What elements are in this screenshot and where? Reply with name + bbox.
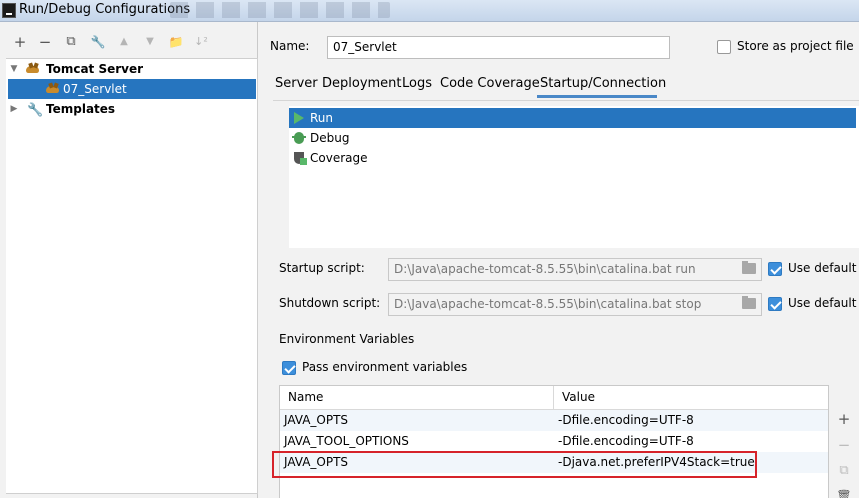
mode-coverage[interactable]: Coverage bbox=[289, 148, 856, 168]
tree-group-label: Tomcat Server bbox=[46, 62, 144, 76]
folder-icon[interactable] bbox=[742, 261, 756, 274]
startup-script-label: Startup script: bbox=[279, 261, 365, 275]
pass-env-label: Pass environment variables bbox=[302, 360, 468, 374]
store-as-project-file-checkbox[interactable] bbox=[717, 40, 731, 54]
delete-icon[interactable]: 🗑 bbox=[836, 488, 852, 498]
add-configuration-icon[interactable]: + bbox=[12, 34, 28, 50]
tomcat-icon bbox=[26, 62, 41, 75]
env-name-cell: JAVA_TOOL_OPTIONS bbox=[284, 434, 409, 448]
startup-use-default-checkbox[interactable] bbox=[768, 262, 782, 276]
remove-variable-icon[interactable]: − bbox=[836, 437, 852, 453]
tomcat-icon bbox=[46, 82, 61, 95]
folder-icon[interactable] bbox=[742, 296, 756, 309]
environment-variables-table: Name Value JAVA_OPTS -Dfile.encoding=UTF… bbox=[279, 385, 829, 498]
shutdown-script-label: Shutdown script: bbox=[279, 296, 381, 310]
tab-deployment[interactable]: Deployment bbox=[322, 74, 402, 98]
startup-script-value: D:\Java\apache-tomcat-8.5.55\bin\catalin… bbox=[394, 262, 696, 276]
shutdown-use-default-checkbox[interactable] bbox=[768, 297, 782, 311]
mode-label: Run bbox=[310, 111, 334, 125]
tab-code-coverage[interactable]: Code Coverage bbox=[440, 74, 540, 98]
mode-debug[interactable]: Debug bbox=[289, 128, 856, 148]
collapse-arrow-icon[interactable]: ▶ bbox=[9, 99, 19, 119]
add-variable-icon[interactable]: + bbox=[836, 411, 852, 427]
environment-variables-label: Environment Variables bbox=[279, 332, 415, 346]
configurations-sidebar: + − ⧉ 🔧 ▲ ▼ 📁 ↓² ▼ Tomcat Server 07_Serv… bbox=[0, 22, 258, 498]
name-input[interactable]: 07_Servlet bbox=[327, 36, 670, 59]
name-label: Name: bbox=[270, 39, 310, 53]
run-icon bbox=[292, 111, 306, 125]
startup-mode-list: Run Debug Coverage bbox=[289, 106, 859, 248]
tree-group-templates[interactable]: ▶ 🔧 Templates bbox=[6, 99, 256, 119]
tab-startup-connection[interactable]: Startup/Connection bbox=[537, 74, 666, 98]
background-window-menu bbox=[170, 2, 390, 18]
tree-item-label: 07_Servlet bbox=[63, 82, 127, 96]
shutdown-use-default-label: Use default bbox=[788, 296, 857, 310]
folder-icon[interactable]: 📁 bbox=[168, 34, 184, 50]
tab-divider bbox=[273, 100, 859, 101]
column-header-name[interactable]: Name bbox=[280, 386, 554, 410]
mode-label: Coverage bbox=[310, 151, 368, 165]
wrench-icon: 🔧 bbox=[27, 103, 44, 118]
startup-use-default-label: Use default bbox=[788, 261, 857, 275]
table-toolbar: + − ⧉ 🗑 bbox=[829, 385, 859, 498]
highlight-box bbox=[272, 451, 757, 478]
shutdown-script-input[interactable]: D:\Java\apache-tomcat-8.5.55\bin\catalin… bbox=[388, 293, 762, 316]
copy-configuration-icon[interactable]: ⧉ bbox=[63, 34, 79, 50]
tree-group-label: Templates bbox=[46, 102, 116, 116]
env-name-cell: JAVA_OPTS bbox=[284, 413, 349, 427]
mode-label: Debug bbox=[310, 131, 350, 145]
tab-server[interactable]: Server bbox=[275, 74, 318, 98]
title-bar: Run/Debug Configurations bbox=[0, 0, 859, 22]
table-row[interactable]: JAVA_TOOL_OPTIONS -Dfile.encoding=UTF-8 bbox=[280, 431, 828, 452]
table-row[interactable]: JAVA_OPTS -Dfile.encoding=UTF-8 bbox=[280, 410, 828, 431]
coverage-icon bbox=[292, 151, 307, 165]
mode-run[interactable]: Run bbox=[289, 108, 856, 128]
wrench-icon[interactable]: 🔧 bbox=[90, 34, 106, 50]
app-icon bbox=[2, 3, 16, 18]
remove-configuration-icon[interactable]: − bbox=[37, 34, 53, 50]
move-down-icon[interactable]: ▼ bbox=[142, 34, 158, 50]
store-as-project-file-label: Store as project file bbox=[737, 39, 854, 53]
env-value-cell: -Dfile.encoding=UTF-8 bbox=[558, 434, 694, 448]
column-header-value[interactable]: Value bbox=[554, 386, 828, 410]
shutdown-script-value: D:\Java\apache-tomcat-8.5.55\bin\catalin… bbox=[394, 297, 702, 311]
copy-variable-icon[interactable]: ⧉ bbox=[836, 463, 852, 479]
startup-script-input[interactable]: D:\Java\apache-tomcat-8.5.55\bin\catalin… bbox=[388, 258, 762, 281]
tree-item-07-servlet[interactable]: 07_Servlet bbox=[8, 79, 256, 99]
pass-env-checkbox[interactable] bbox=[282, 361, 296, 375]
tab-logs[interactable]: Logs bbox=[402, 74, 432, 98]
sidebar-toolbar: + − ⧉ 🔧 ▲ ▼ 📁 ↓² bbox=[0, 22, 258, 58]
sort-icon[interactable]: ↓² bbox=[193, 34, 209, 50]
tree-group-tomcat-server[interactable]: ▼ Tomcat Server bbox=[6, 59, 256, 79]
window-title: Run/Debug Configurations bbox=[19, 2, 191, 17]
expand-arrow-icon[interactable]: ▼ bbox=[9, 59, 19, 79]
configuration-editor: Name: 07_Servlet Store as project file S… bbox=[259, 22, 859, 498]
move-up-icon[interactable]: ▲ bbox=[116, 34, 132, 50]
debug-icon bbox=[292, 131, 306, 145]
configuration-tree: ▼ Tomcat Server 07_Servlet ▶ 🔧 Templates bbox=[6, 58, 258, 494]
env-value-cell: -Dfile.encoding=UTF-8 bbox=[558, 413, 694, 427]
